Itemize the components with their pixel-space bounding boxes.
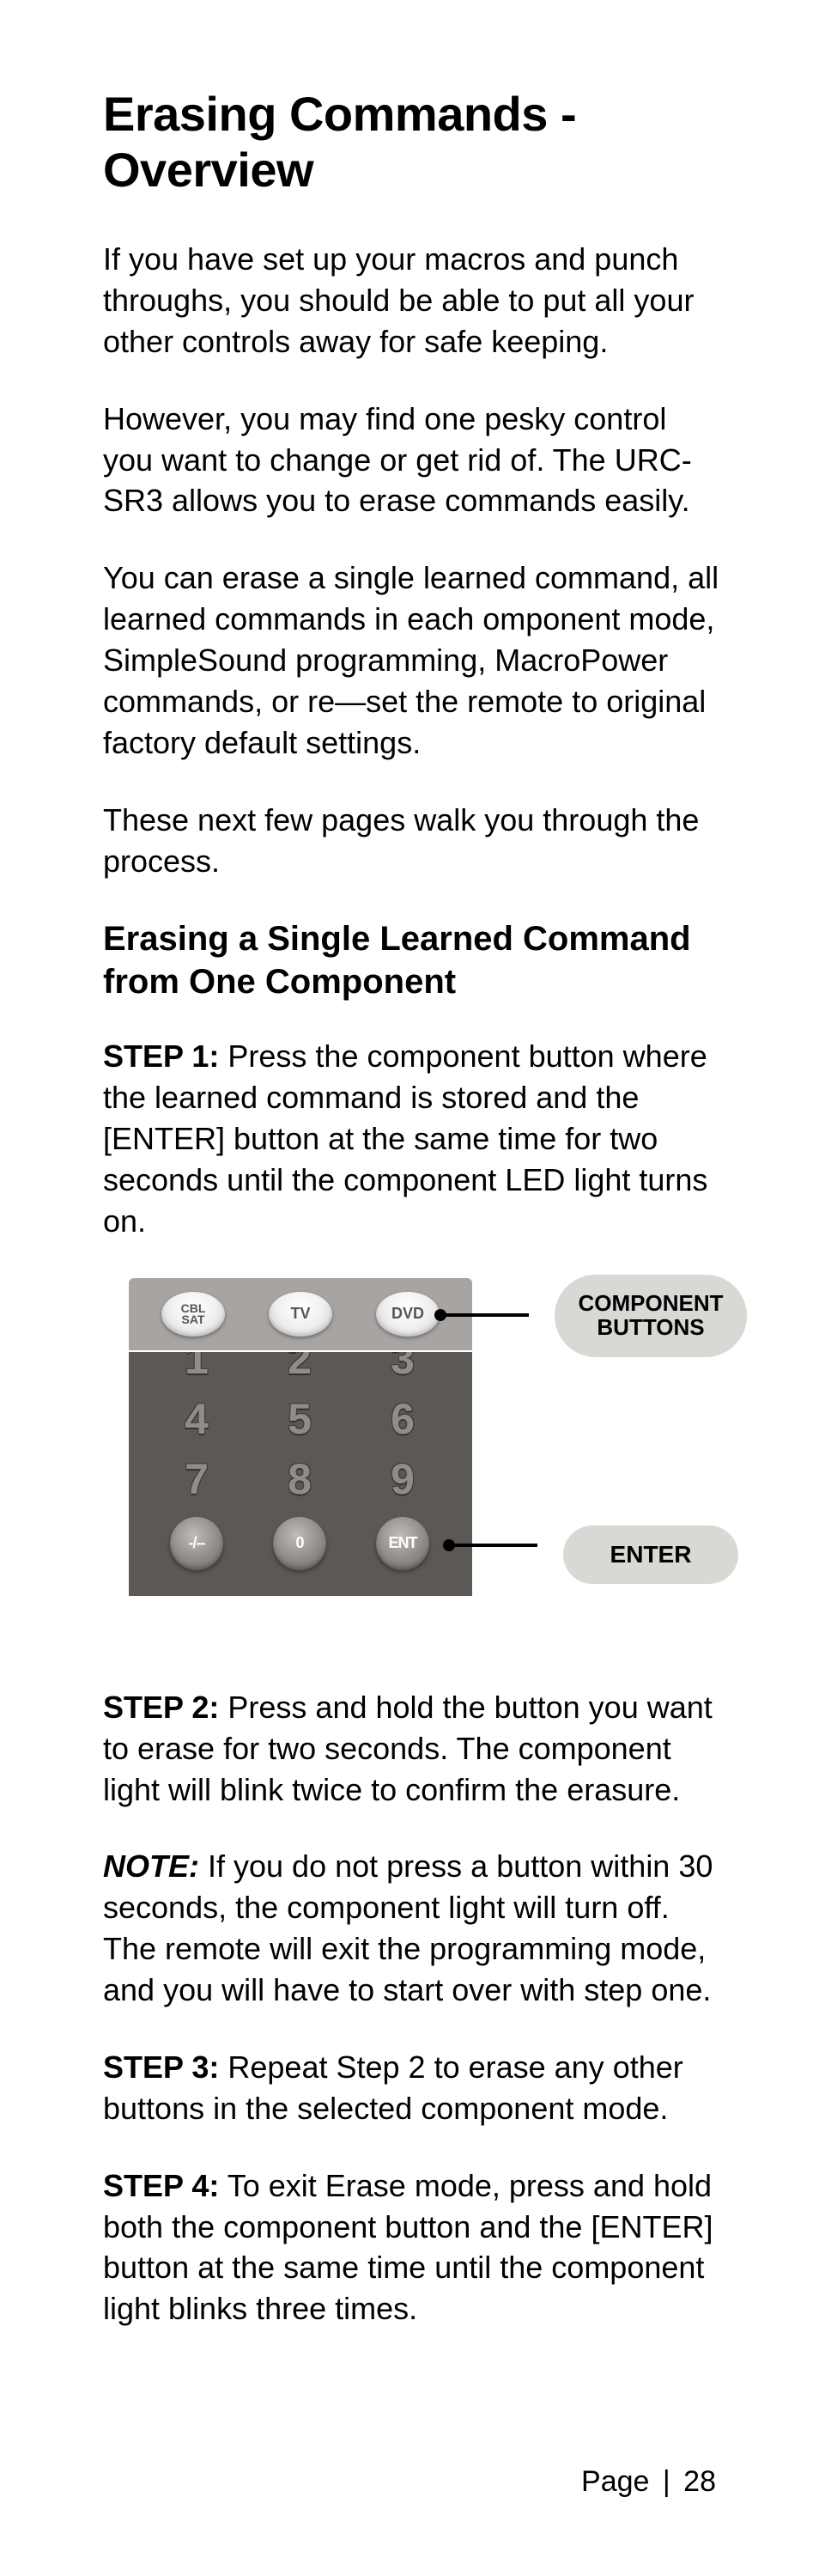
callout-component-buttons-label: COMPONENT BUTTONS — [555, 1292, 747, 1339]
footer-separator: | — [663, 2465, 670, 2498]
component-button-cbl-sat-label: CBL SAT — [181, 1303, 206, 1325]
component-button-dvd: DVD — [376, 1292, 440, 1337]
remote-top-strip: CBL SAT TV DVD — [129, 1278, 472, 1350]
callout-enter-label: ENTER — [610, 1541, 692, 1568]
enter-button-label: ENT — [389, 1534, 417, 1552]
note: NOTE: If you do not press a button withi… — [103, 1846, 725, 2011]
intro-paragraph-3: You can erase a single learned command, … — [103, 557, 725, 763]
digit-0-label: 0 — [295, 1534, 303, 1552]
digit-8: 8 — [288, 1454, 313, 1504]
digit-6: 6 — [391, 1394, 416, 1444]
dash-button: -/-- — [170, 1517, 223, 1570]
component-button-tv: TV — [269, 1292, 332, 1337]
step-2-label: STEP 2: — [103, 1690, 219, 1725]
section-heading: Erasing a Single Learned Command from On… — [103, 917, 725, 1003]
step-1: STEP 1: Press the component button where… — [103, 1036, 725, 1241]
step-3: STEP 3: Repeat Step 2 to erase any other… — [103, 2047, 725, 2129]
callout-line-component — [443, 1313, 529, 1317]
callout-enter: ENTER — [563, 1526, 738, 1584]
digit-5: 5 — [288, 1394, 313, 1444]
component-button-cbl-sat: CBL SAT — [161, 1292, 225, 1337]
footer-page-number: 28 — [683, 2465, 716, 2498]
callout-line-enter — [452, 1544, 537, 1547]
step-1-label: STEP 1: — [103, 1038, 219, 1074]
manual-page: Erasing Commands - Overview If you have … — [0, 0, 819, 2576]
dash-button-label: -/-- — [189, 1534, 205, 1552]
enter-button: ENT — [376, 1517, 429, 1570]
digit-3: 3 — [391, 1352, 416, 1384]
step-4-label: STEP 4: — [103, 2168, 219, 2203]
digit-4: 4 — [185, 1394, 210, 1444]
footer-page-word: Page — [581, 2465, 649, 2498]
digit-7: 7 — [185, 1454, 210, 1504]
callout-component-buttons: COMPONENT BUTTONS — [555, 1275, 747, 1357]
digit-2: 2 — [288, 1352, 313, 1384]
page-title: Erasing Commands - Overview — [103, 86, 725, 198]
digit-9: 9 — [391, 1454, 416, 1504]
page-footer: Page | 28 — [581, 2465, 716, 2499]
step-3-label: STEP 3: — [103, 2049, 219, 2085]
remote-illustration: CBL SAT TV DVD COMPONENT BUTTONS 1 2 3 4… — [103, 1278, 721, 1639]
remote-keypad: 1 2 3 4 5 6 7 8 9 -/-- 0 ENT — [129, 1352, 472, 1596]
intro-paragraph-4: These next few pages walk you through th… — [103, 800, 725, 882]
step-2: STEP 2: Press and hold the button you wa… — [103, 1687, 725, 1811]
step-4: STEP 4: To exit Erase mode, press and ho… — [103, 2165, 725, 2330]
intro-paragraph-2: However, you may find one pesky control … — [103, 399, 725, 522]
intro-paragraph-1: If you have set up your macros and punch… — [103, 239, 725, 362]
digit-1: 1 — [185, 1352, 210, 1384]
component-button-tv-label: TV — [290, 1305, 310, 1323]
component-button-dvd-label: DVD — [391, 1305, 424, 1323]
digit-0-button: 0 — [273, 1517, 326, 1570]
note-label: NOTE: — [103, 1848, 199, 1884]
